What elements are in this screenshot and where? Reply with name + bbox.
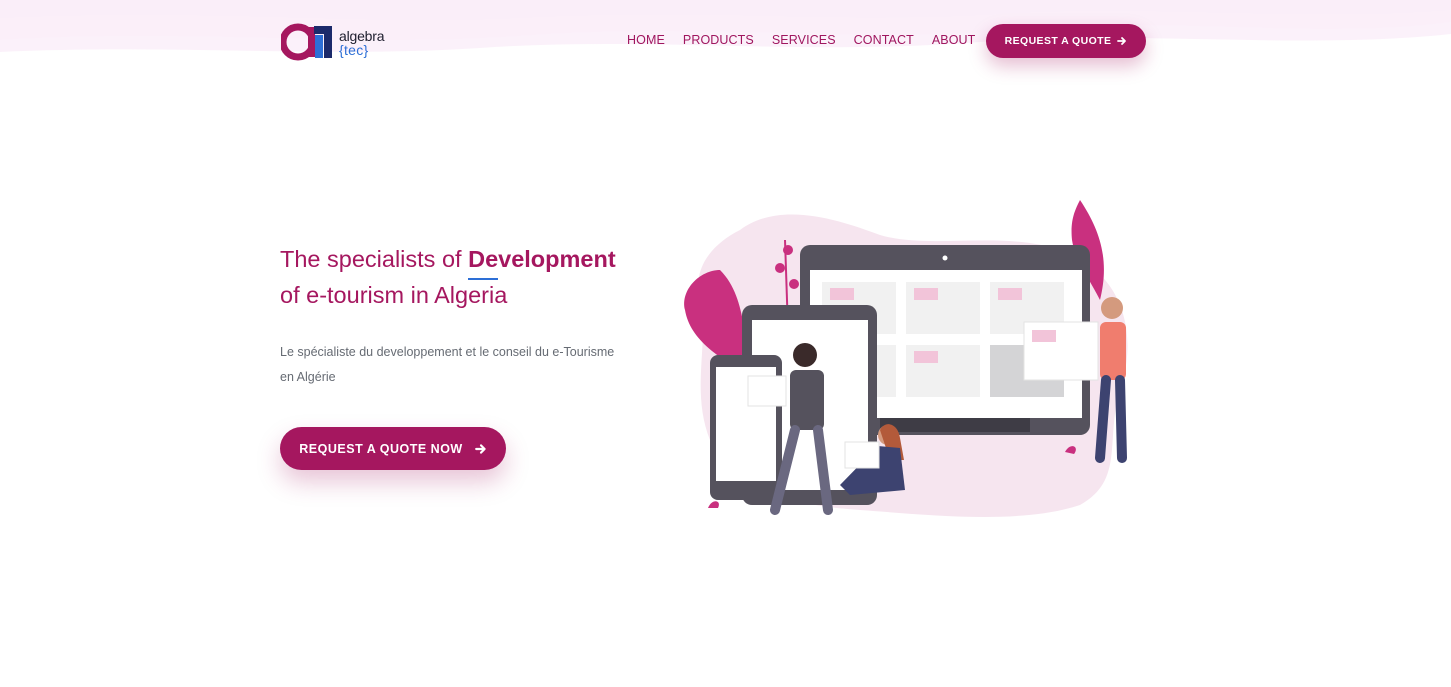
arrow-right-icon: [1117, 37, 1127, 45]
person-right-head: [1101, 297, 1123, 319]
nav-products[interactable]: PRODUCTS: [683, 33, 754, 47]
top-wave-decoration: [0, 0, 1451, 52]
hero-title-highlight-text: Development: [468, 246, 616, 272]
request-quote-now-label: REQUEST A QUOTE NOW: [299, 441, 463, 456]
hero-title-highlight: Development: [468, 241, 616, 280]
person-left-head: [793, 343, 817, 367]
brand-logo[interactable]: algebra {tec}: [281, 20, 396, 64]
screen-thumb-1: [830, 288, 854, 300]
plant-small-left: [708, 501, 719, 508]
hero-illustration: [684, 200, 1128, 517]
arrow-right-icon: [474, 443, 486, 454]
request-quote-label: REQUEST A QUOTE: [1004, 35, 1112, 47]
monitor-camera: [942, 255, 948, 261]
screen-thumb-4: [914, 351, 938, 363]
request-quote-now-button[interactable]: REQUEST A QUOTE NOW: [280, 427, 506, 470]
screen-thumb-2: [914, 288, 938, 300]
person-left-torso: [790, 370, 824, 430]
algebra-tec-logo-mark-icon: [281, 23, 332, 61]
hero-subtitle: Le spécialiste du developpement et le co…: [280, 345, 615, 384]
logo-text-tec: {tec}: [339, 42, 369, 58]
hero-title-line2: of e-tourism in Algeria: [280, 282, 508, 308]
hero-title: The specialists of Development of e-tour…: [280, 241, 640, 313]
nav-about[interactable]: ABOUT: [932, 33, 976, 47]
request-quote-button[interactable]: REQUEST A QUOTE: [986, 24, 1146, 58]
leaf-sprig-bud-2: [775, 263, 785, 273]
nav-contact[interactable]: CONTACT: [854, 33, 914, 47]
hero-title-prefix: The specialists of: [280, 246, 469, 272]
monitor-base: [880, 418, 1030, 432]
person-right-card-thumb: [1032, 330, 1056, 342]
leaf-sprig-bud-1: [783, 245, 793, 255]
leaf-sprig-bud-3: [789, 279, 799, 289]
person-sitting-laptop: [844, 441, 880, 469]
main-navigation: HOME PRODUCTS SERVICES CONTACT ABOUT: [627, 33, 975, 47]
nav-services[interactable]: SERVICES: [772, 33, 836, 47]
person-left-card: [747, 375, 787, 407]
nav-home[interactable]: HOME: [627, 33, 665, 47]
highlight-underline: [468, 278, 499, 280]
person-right-torso: [1100, 322, 1126, 380]
screen-thumb-3: [998, 288, 1022, 300]
